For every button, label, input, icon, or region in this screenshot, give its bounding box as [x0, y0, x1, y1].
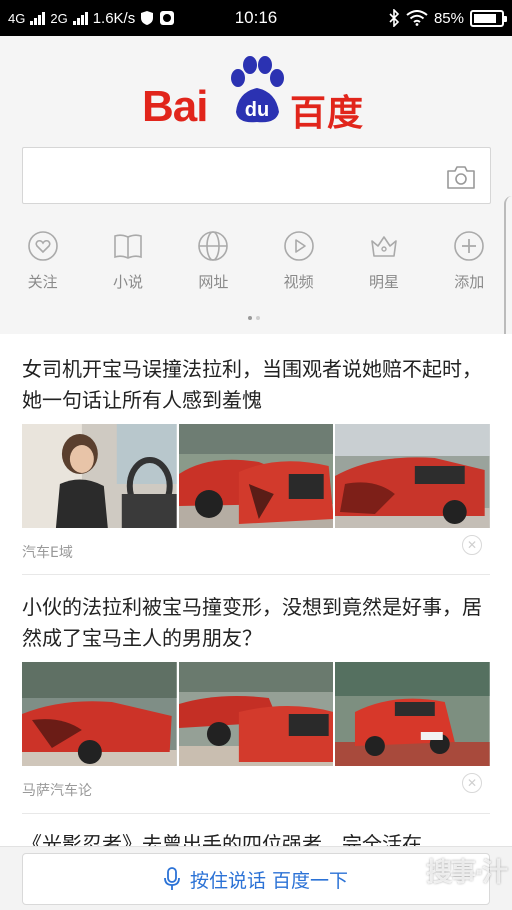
book-icon: [114, 234, 142, 259]
page-indicator: [248, 316, 260, 320]
news-card[interactable]: 小伙的法拉利被宝马撞变形，没想到竟然是好事，居然成了宝马主人的男朋友？ 马萨汽车…: [22, 592, 491, 800]
wifi-icon: [406, 10, 428, 26]
divider: [22, 574, 490, 575]
nav-item-website[interactable]: 网址: [171, 224, 256, 300]
camera-icon[interactable]: [446, 164, 476, 190]
logo-text-en: Bai: [142, 82, 208, 131]
heart-icon: [27, 231, 58, 261]
nav-item-video[interactable]: 视频: [256, 224, 341, 300]
network-speed: 1.6K/s: [92, 9, 136, 27]
network-label-1: 4G: [8, 10, 26, 26]
voice-label: 按住说话 百度一下: [189, 869, 349, 892]
nav-item-star[interactable]: 明星: [341, 224, 426, 300]
nav-label: 视频: [283, 273, 314, 291]
status-bar: 4G 2G 1.6K/s 10:16 85%: [0, 0, 512, 36]
news-thumbnails: [22, 662, 491, 766]
news-image[interactable]: [22, 662, 177, 766]
nav-label: 添加: [454, 273, 485, 291]
news-image[interactable]: [335, 662, 491, 766]
battery-percent: 85%: [433, 9, 464, 27]
logo-area: Bai du 百度: [0, 36, 512, 134]
news-feed: 女司机开宝马误撞法拉利，当围观者说她赔不起时，她一句话让所有人感到羞愧 汽车E域…: [0, 334, 512, 856]
globe-icon: [198, 231, 229, 261]
app-notification-icon: [160, 11, 175, 25]
crown-icon: [371, 236, 397, 257]
news-source: 马萨汽车论: [22, 783, 92, 799]
news-image[interactable]: [22, 424, 177, 528]
logo-text-cn: 百度: [290, 93, 365, 134]
close-icon[interactable]: ✕: [462, 773, 482, 793]
bluetooth-icon: [389, 9, 400, 27]
news-source: 汽车E域: [22, 545, 73, 561]
search-input[interactable]: [22, 147, 491, 204]
paw-icon: du: [231, 56, 284, 123]
paw-text: du: [245, 99, 269, 121]
shield-icon: [141, 11, 154, 25]
nav-item-follow[interactable]: 关注: [0, 224, 85, 300]
news-image[interactable]: [178, 662, 334, 766]
close-icon[interactable]: ✕: [462, 535, 482, 555]
plus-icon: [454, 231, 485, 261]
baidu-logo: Bai du 百度: [142, 56, 372, 134]
play-icon: [283, 231, 314, 261]
signal-icon: [30, 11, 46, 25]
microphone-icon: [164, 867, 180, 890]
nav-item-add[interactable]: 添加: [427, 224, 512, 300]
nav-label: 小说: [112, 273, 143, 291]
battery-icon: [470, 9, 507, 27]
nav-label: 明星: [368, 273, 399, 291]
news-image[interactable]: [335, 424, 491, 528]
news-thumbnails: [22, 424, 491, 528]
baidu-home-page: 4G 2G 1.6K/s 10:16 85% Bai du 百度 关注 小说 网…: [0, 0, 512, 910]
network-label-2: 2G: [50, 10, 68, 26]
signal-icon: [72, 11, 88, 25]
nav-item-novel[interactable]: 小说: [85, 224, 170, 300]
watermark: 搜事·汁: [426, 858, 508, 888]
quick-nav: 关注 小说 网址 视频 明星 添加: [0, 224, 512, 300]
news-image[interactable]: [178, 424, 334, 528]
news-card[interactable]: 女司机开宝马误撞法拉利，当围观者说她赔不起时，她一句话让所有人感到羞愧 汽车E域…: [22, 354, 491, 562]
nav-label: 网址: [198, 273, 229, 291]
news-title[interactable]: 小伙的法拉利被宝马撞变形，没想到竟然是好事，居然成了宝马主人的男朋友？: [22, 592, 490, 654]
news-title[interactable]: 女司机开宝马误撞法拉利，当围观者说她赔不起时，她一句话让所有人感到羞愧: [22, 354, 490, 416]
nav-label: 关注: [27, 273, 58, 291]
divider: [22, 813, 490, 814]
voice-search-button[interactable]: 按住说话 百度一下: [22, 853, 490, 905]
